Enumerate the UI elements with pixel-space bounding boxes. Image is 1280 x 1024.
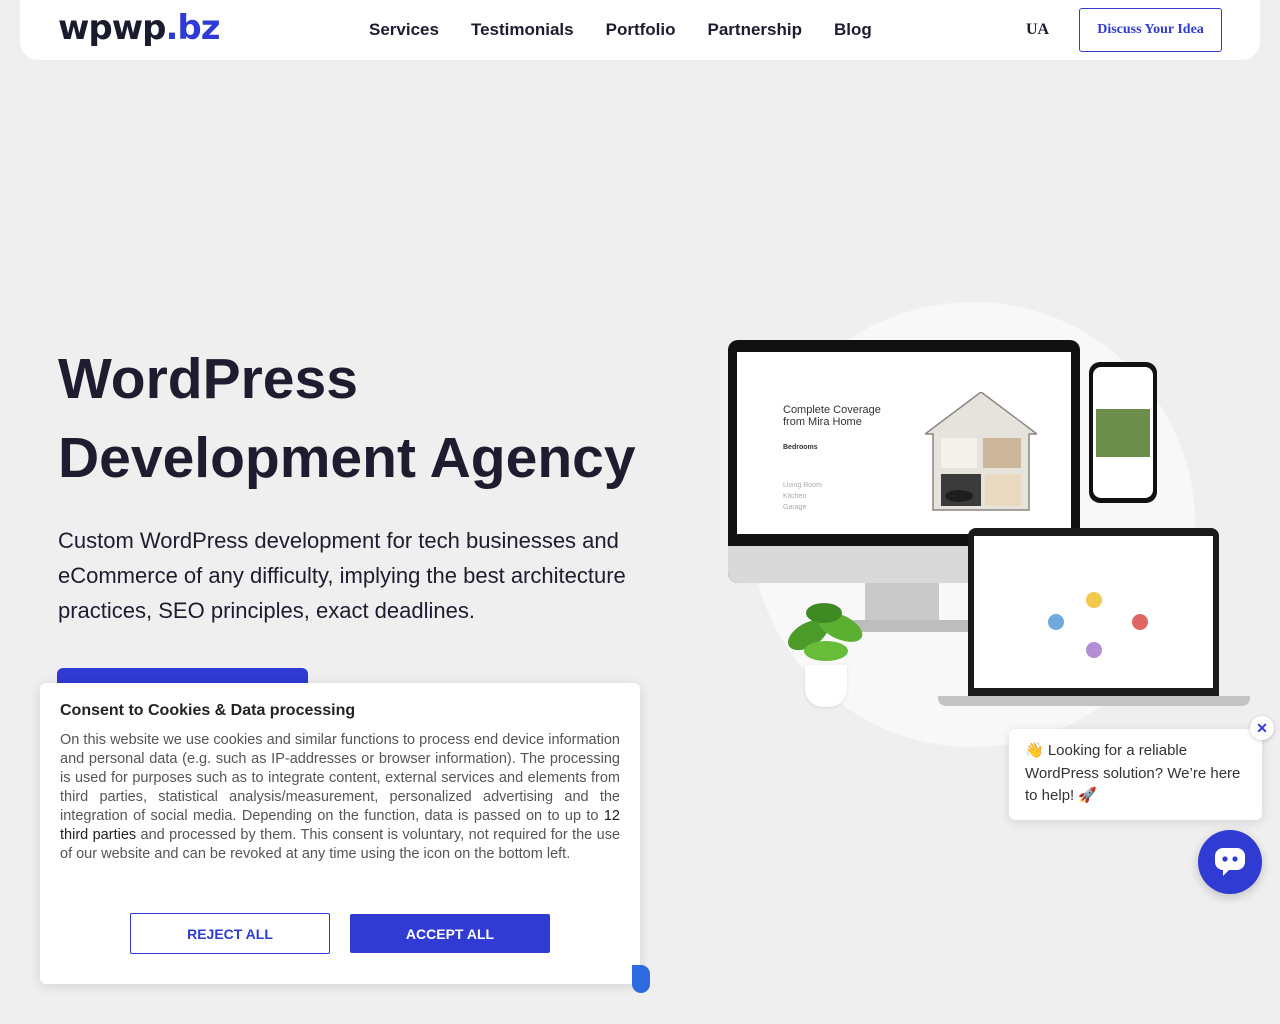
site-header: wpwp.bz Services Testimonials Portfolio … [20, 0, 1260, 60]
hero-description: Custom WordPress development for tech bu… [58, 528, 626, 623]
monitor-list: Living Room Kitchen Garage [783, 480, 822, 513]
monitor-section: Bedrooms [783, 444, 818, 451]
nav-services[interactable]: Services [369, 19, 439, 41]
reject-all-button[interactable]: REJECT ALL [130, 913, 330, 954]
nav-partnership[interactable]: Partnership [708, 19, 802, 41]
discuss-idea-button[interactable]: Discuss Your Idea [1079, 8, 1222, 52]
cookie-title: Consent to Cookies & Data processing [60, 702, 356, 719]
hero-title: WordPress Development Agency [58, 340, 678, 498]
phone-mockup [1089, 362, 1157, 503]
close-icon[interactable]: ✕ [1250, 716, 1274, 740]
chat-launcher-button[interactable] [1198, 830, 1262, 894]
logo-domain: .bz [165, 8, 221, 48]
cookie-body-text: and processed by them. This consent is v… [60, 827, 621, 862]
cookie-settings-icon[interactable] [632, 965, 650, 993]
phone-image [1096, 409, 1150, 457]
logo[interactable]: wpwp.bz [58, 8, 221, 48]
monitor-stand [865, 583, 939, 621]
monitor-list-item: Garage [783, 504, 807, 511]
avatar-icon [1086, 642, 1102, 658]
language-switch[interactable]: UA [1026, 19, 1049, 41]
nav-testimonials[interactable]: Testimonials [471, 19, 574, 41]
chat-greeting-bubble[interactable]: 👋 Looking for a reliable WordPress solut… [1009, 729, 1262, 820]
laptop-base [938, 696, 1250, 706]
plant-pot [805, 665, 847, 707]
accept-all-button[interactable]: ACCEPT ALL [350, 914, 550, 953]
logo-text: wpwp [58, 8, 166, 48]
plant-icon [788, 603, 863, 661]
laptop-mockup [968, 528, 1219, 696]
monitor-title: Complete Coverage from Mira Home [783, 404, 881, 428]
cookie-consent-dialog: Consent to Cookies & Data processing On … [40, 683, 640, 984]
nav-blog[interactable]: Blog [834, 19, 872, 41]
avatar-icon [1086, 592, 1102, 608]
cookie-body: On this website we use cookies and simil… [60, 731, 620, 864]
monitor-screen: Complete Coverage from Mira Home Bedroom… [737, 352, 1071, 534]
laptop-screen [974, 536, 1213, 688]
chat-icon [1215, 848, 1245, 876]
house-illustration [925, 392, 1037, 511]
phone-screen [1093, 367, 1153, 498]
cookie-body-text: On this website we use cookies and simil… [60, 732, 620, 824]
nav-portfolio[interactable]: Portfolio [606, 19, 676, 41]
hero-title-line2: Development Agency [58, 426, 636, 490]
main-nav: Services Testimonials Portfolio Partners… [369, 19, 872, 41]
hero-illustration: Complete Coverage from Mira Home Bedroom… [720, 300, 1260, 750]
hero-title-line1: WordPress [58, 347, 358, 411]
monitor-list-item: Kitchen [783, 493, 807, 500]
avatar-icon [1048, 614, 1064, 630]
avatar-icon [1132, 614, 1148, 630]
monitor-list-item: Living Room [783, 482, 822, 489]
